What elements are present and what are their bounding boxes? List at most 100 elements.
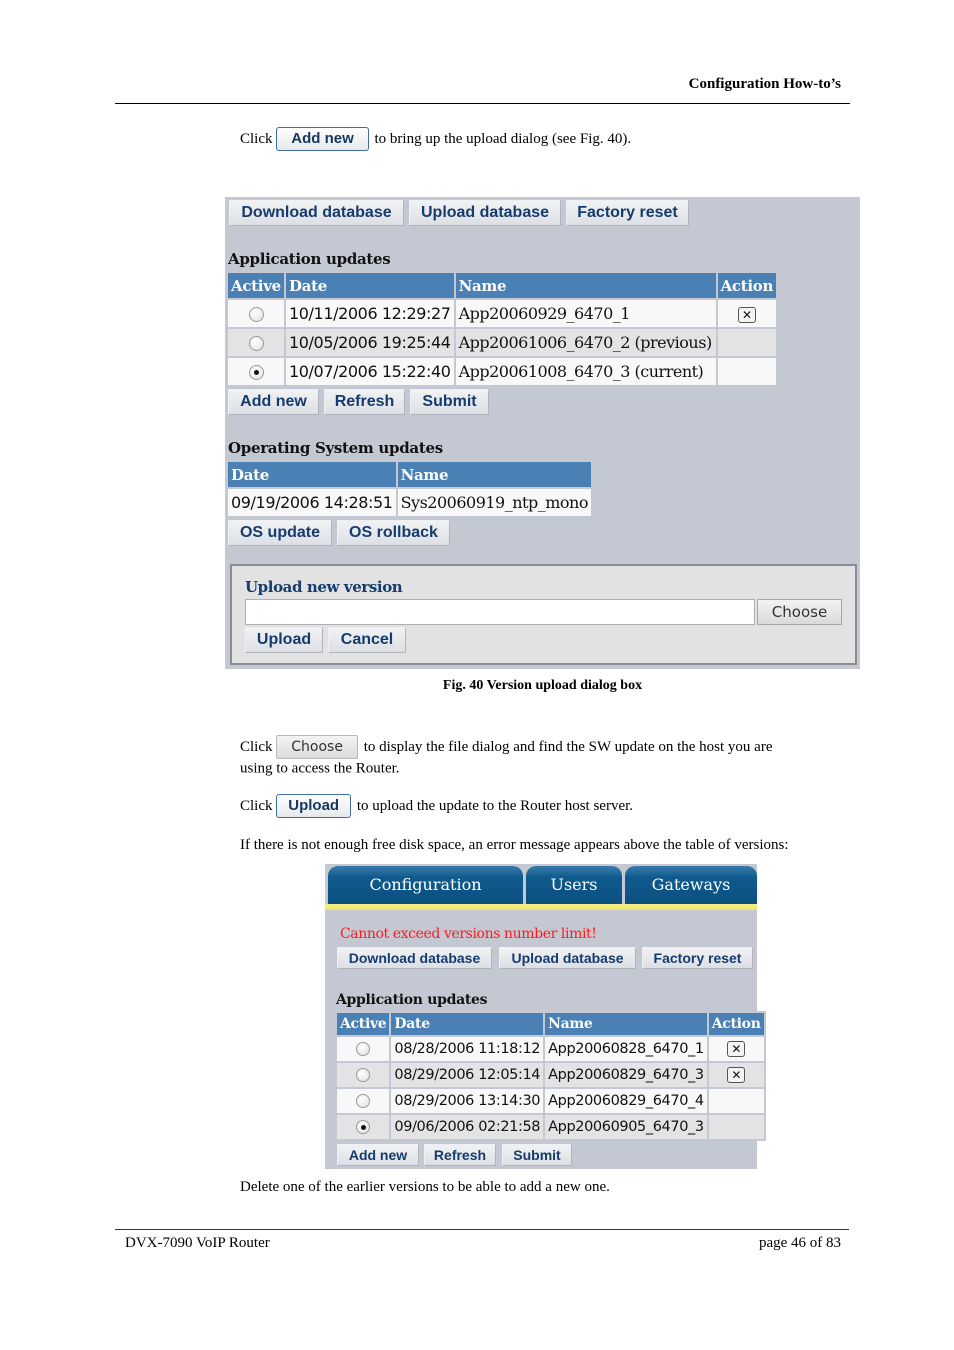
application-updates-title: Application updates (228, 250, 391, 268)
inline-choose-button: Choose (276, 735, 358, 759)
os-updates-table: Date Name 09/19/2006 14:28:51 Sys2006091… (226, 460, 593, 518)
column-header-action: Action (706, 1011, 766, 1037)
refresh-button[interactable]: Refresh (324, 389, 405, 415)
row-name: App20061008_6470_3 (current) (453, 356, 718, 387)
os-rollback-button[interactable]: OS rollback (337, 520, 450, 546)
table-row: 08/29/2006 12:05:14 App20060829_6470_3 ✕ (334, 1061, 766, 1089)
delete-icon[interactable]: ✕ (727, 1041, 746, 1057)
footer-rule (115, 1229, 849, 1230)
table-row: 09/06/2006 02:21:58 App20060905_6470_3 (334, 1113, 766, 1141)
active-radio[interactable] (356, 1068, 371, 1082)
paragraph-text: to display the file dialog and find the … (363, 739, 773, 755)
column-header-date: Date (284, 271, 456, 300)
error-message: Cannot exceed versions number limit! (340, 926, 597, 942)
header-rule (115, 103, 850, 104)
row-date: 08/29/2006 13:14:30 (389, 1087, 546, 1115)
add-new-button[interactable]: Add new (228, 389, 319, 415)
download-database-button[interactable]: Download database (337, 947, 492, 969)
error-screenshot: Configuration Users Gateways Cannot exce… (325, 864, 766, 1169)
file-path-input[interactable] (245, 599, 755, 625)
row-date: 08/29/2006 12:05:14 (389, 1061, 546, 1089)
row-name: App20060828_6470_1 (543, 1035, 709, 1063)
figure-caption: Fig. 40 Version upload dialog box (442, 678, 643, 693)
paragraph-choose: Click Choose to display the file dialog … (240, 735, 840, 778)
row-name: Sys20060919_ntp_mono (395, 487, 593, 518)
row-action-empty (706, 1113, 766, 1141)
column-header-date: Date (389, 1011, 546, 1037)
column-header-name: Name (453, 271, 718, 300)
active-radio-selected[interactable] (248, 365, 264, 380)
paragraph-delete-hint: Delete one of the earlier versions to be… (240, 1179, 610, 1195)
active-radio-selected[interactable] (356, 1120, 371, 1134)
table-row: 08/28/2006 11:18:12 App20060828_6470_1 ✕ (334, 1035, 766, 1063)
tab-underline (325, 904, 757, 910)
delete-icon[interactable]: ✕ (737, 306, 756, 323)
upload-button[interactable]: Upload (245, 627, 323, 653)
inline-upload-button: Upload (276, 794, 352, 818)
running-header: Configuration How-to’s (688, 76, 841, 92)
row-date: 10/11/2006 12:29:27 (284, 298, 456, 329)
row-name: App20061006_6470_2 (previous) (453, 327, 718, 358)
row-action-empty (715, 356, 779, 387)
os-update-button[interactable]: OS update (228, 520, 332, 546)
upload-database-button[interactable]: Upload database (409, 200, 561, 226)
row-action-empty (706, 1087, 766, 1115)
version-upload-screenshot: Download database Upload database Factor… (225, 197, 860, 669)
cancel-button[interactable]: Cancel (328, 627, 406, 653)
column-header-action: Action (715, 271, 779, 300)
submit-button[interactable]: Submit (502, 1144, 572, 1166)
choose-file-button[interactable]: Choose (757, 599, 842, 625)
row-name: App20060829_6470_4 (543, 1087, 709, 1115)
paragraph-text: to upload the update to the Router host … (356, 798, 634, 814)
factory-reset-button[interactable]: Factory reset (642, 947, 753, 969)
application-updates-table: Active Date Name Action 10/11/2006 12:29… (226, 271, 779, 387)
paragraph-text: Click (240, 739, 273, 755)
paragraph-text: to bring up the upload dialog (see Fig. … (374, 131, 632, 147)
tab-gateways[interactable]: Gateways (625, 866, 757, 904)
table-row: 08/29/2006 13:14:30 App20060829_6470_4 (334, 1087, 766, 1115)
row-action-empty (715, 327, 779, 358)
refresh-button[interactable]: Refresh (424, 1144, 496, 1166)
factory-reset-button[interactable]: Factory reset (566, 200, 689, 226)
os-updates-title: Operating System updates (228, 439, 443, 457)
paragraph-upload: Click Upload to upload the update to the… (240, 794, 633, 818)
row-date: 09/06/2006 02:21:58 (389, 1113, 546, 1141)
row-name: App20060829_6470_3 (543, 1061, 709, 1089)
table-row: 10/05/2006 19:25:44 App20061006_6470_2 (… (226, 327, 779, 358)
submit-button[interactable]: Submit (410, 389, 489, 415)
active-radio[interactable] (248, 336, 264, 351)
paragraph-add-new: Click Add new to bring up the upload dia… (240, 127, 631, 151)
tab-bar: Configuration Users Gateways (325, 864, 757, 908)
application-updates-title: Application updates (336, 992, 488, 1008)
footer-product: DVX-7090 VoIP Router (125, 1235, 270, 1251)
paragraph-text: Click (240, 798, 273, 814)
row-date: 10/07/2006 15:22:40 (284, 356, 456, 387)
column-header-name: Name (543, 1011, 709, 1037)
add-new-button[interactable]: Add new (337, 1144, 419, 1166)
upload-dialog-title: Upload new version (245, 578, 403, 596)
active-radio[interactable] (356, 1094, 371, 1108)
footer-page-number: page 46 of 83 (758, 1235, 841, 1251)
application-updates-table: Active Date Name Action 08/28/2006 11:18… (334, 1011, 766, 1141)
upload-dialog: Upload new version Choose Upload Cancel (230, 564, 857, 665)
table-row: 10/07/2006 15:22:40 App20061008_6470_3 (… (226, 356, 779, 387)
column-header-active: Active (334, 1011, 392, 1037)
column-header-name: Name (395, 460, 593, 489)
upload-database-button[interactable]: Upload database (499, 947, 636, 969)
active-radio[interactable] (356, 1042, 371, 1056)
paragraph-disk-space: If there is not enough free disk space, … (240, 837, 789, 853)
delete-icon[interactable]: ✕ (727, 1067, 746, 1083)
inline-add-new-button: Add new (276, 127, 369, 151)
download-database-button[interactable]: Download database (229, 200, 404, 226)
row-date: 08/28/2006 11:18:12 (389, 1035, 546, 1063)
paragraph-text: using to access the Router. (240, 760, 400, 777)
tab-users[interactable]: Users (526, 866, 622, 904)
table-row: 09/19/2006 14:28:51 Sys20060919_ntp_mono (226, 487, 593, 518)
table-row: 10/11/2006 12:29:27 App20060929_6470_1 ✕ (226, 298, 779, 329)
active-radio[interactable] (248, 307, 264, 322)
column-header-date: Date (226, 460, 398, 489)
row-name: App20060929_6470_1 (453, 298, 718, 329)
tab-configuration[interactable]: Configuration (328, 866, 523, 904)
row-date: 10/05/2006 19:25:44 (284, 327, 456, 358)
column-header-active: Active (226, 271, 286, 300)
